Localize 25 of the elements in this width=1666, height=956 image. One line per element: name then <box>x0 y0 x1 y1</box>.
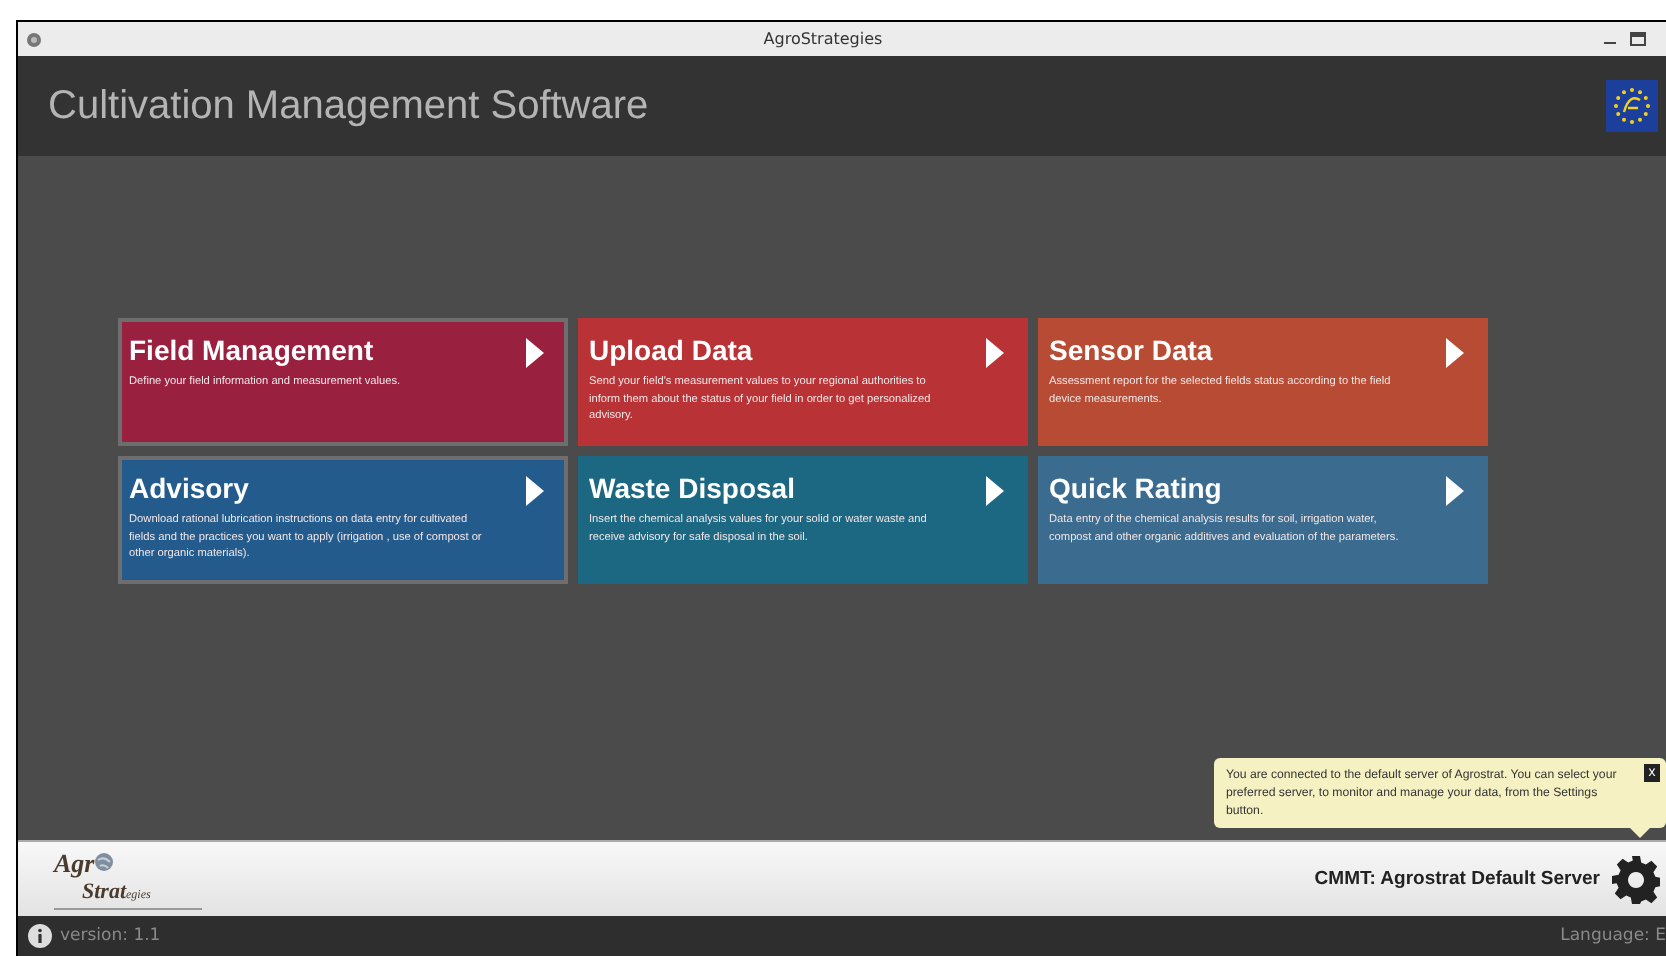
maximize-icon[interactable] <box>1630 32 1646 46</box>
tile-title: Quick Rating <box>1049 472 1222 504</box>
settings-icon[interactable] <box>1612 855 1660 903</box>
arrow-icon <box>525 476 543 506</box>
arrow-icon <box>1445 338 1463 368</box>
tile-title: Advisory <box>129 472 249 504</box>
app-title: Cultivation Management Software <box>48 83 649 129</box>
arrow-icon <box>1445 476 1463 506</box>
tile-title: Sensor Data <box>1049 334 1213 366</box>
server-label: CMMT: Agrostrat Default Server <box>1314 868 1600 890</box>
flag-icon <box>1606 80 1658 132</box>
app-icon <box>26 31 42 47</box>
info-icon <box>28 924 52 948</box>
window-title: AgroStrategies <box>761 30 885 48</box>
globe-icon <box>94 852 115 872</box>
logo-text: Agr <box>54 849 95 875</box>
tile-title: Waste Disposal <box>589 472 795 504</box>
logo-text: Strat <box>82 879 127 903</box>
tile-title: Upload Data <box>589 334 753 366</box>
language-label: Language: E <box>1560 926 1666 946</box>
arrow-icon <box>985 476 1003 506</box>
arrow-icon <box>985 338 1003 368</box>
version-label: version: 1.1 <box>60 926 163 946</box>
tile-title: Field Management <box>129 334 374 366</box>
arrow-icon <box>525 338 543 368</box>
